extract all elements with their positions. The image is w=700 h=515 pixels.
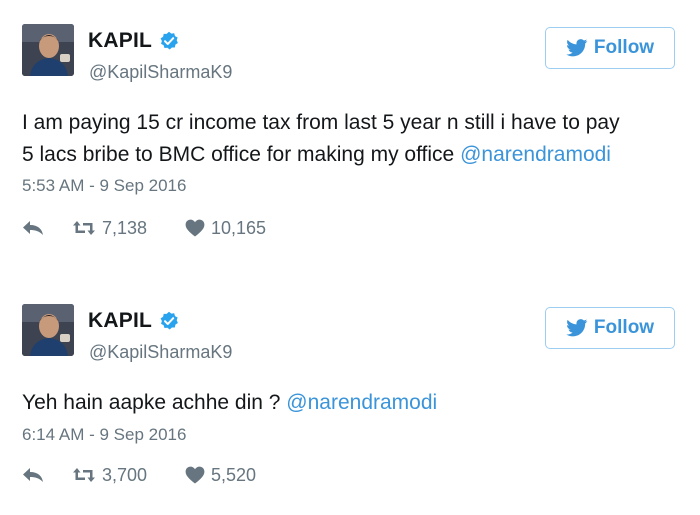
- tweet-timestamp[interactable]: 5:53 AM - 9 Sep 2016: [22, 176, 186, 196]
- tweet-text: I am paying 15 cr income tax from last 5…: [22, 107, 682, 171]
- retweet-count: 7,138: [102, 217, 148, 238]
- avatar-photo: [22, 24, 74, 76]
- display-name[interactable]: KAPIL: [88, 309, 152, 333]
- like-count: 10,165: [211, 217, 267, 238]
- follow-label: Follow: [593, 317, 655, 338]
- mention-link[interactable]: @narendramodi: [460, 143, 611, 166]
- tweet-text-line: 5 lacs bribe to BMC office for making my…: [22, 139, 682, 171]
- like-count: 5,520: [211, 464, 257, 485]
- tweet-text: Yeh hain aapke achhe din ? @narendramodi: [22, 387, 682, 419]
- heart-icon: [185, 219, 205, 237]
- avatar[interactable]: [22, 304, 74, 356]
- name-row: KAPIL: [88, 308, 179, 334]
- tweet-text-line: Yeh hain aapke achhe din ? @narendramodi: [22, 387, 682, 419]
- avatar-photo: [22, 304, 74, 356]
- verified-badge-icon: [159, 31, 179, 51]
- retweet-button[interactable]: 7,138: [72, 218, 185, 239]
- twitter-bird-icon: [566, 39, 588, 57]
- like-button[interactable]: 5,520: [185, 465, 256, 486]
- heart-icon: [185, 466, 205, 484]
- retweet-button[interactable]: 3,700: [72, 465, 185, 486]
- user-handle[interactable]: @KapilSharmaK9: [89, 62, 232, 83]
- tweet-text-span: Yeh hain aapke achhe din ?: [22, 391, 287, 414]
- name-row: KAPIL: [88, 28, 179, 54]
- reply-icon: [23, 468, 43, 482]
- tweet-text-span: 5 lacs bribe to BMC office for making my…: [22, 143, 461, 166]
- reply-button[interactable]: [22, 467, 72, 483]
- tweet-text-line: I am paying 15 cr income tax from last 5…: [22, 107, 682, 139]
- like-button[interactable]: 10,165: [185, 218, 266, 239]
- tweet-actions: 3,700 5,520: [22, 463, 256, 487]
- follow-button[interactable]: Follow: [545, 307, 675, 349]
- display-name[interactable]: KAPIL: [88, 29, 152, 53]
- retweet-icon: [73, 221, 95, 235]
- verified-badge-icon: [159, 311, 179, 331]
- mention-link[interactable]: @narendramodi: [286, 391, 437, 414]
- reply-button[interactable]: [22, 220, 72, 236]
- tweet-text-span: I am paying 15 cr income tax from last 5…: [22, 111, 620, 134]
- avatar[interactable]: [22, 24, 74, 76]
- reply-icon: [23, 221, 43, 235]
- follow-button[interactable]: Follow: [545, 27, 675, 69]
- retweet-count: 3,700: [102, 464, 148, 485]
- user-handle[interactable]: @KapilSharmaK9: [89, 342, 232, 363]
- follow-label: Follow: [593, 37, 655, 58]
- tweet-timestamp[interactable]: 6:14 AM - 9 Sep 2016: [22, 425, 186, 445]
- retweet-icon: [73, 468, 95, 482]
- twitter-bird-icon: [566, 319, 588, 337]
- tweet-actions: 7,138 10,165: [22, 216, 266, 240]
